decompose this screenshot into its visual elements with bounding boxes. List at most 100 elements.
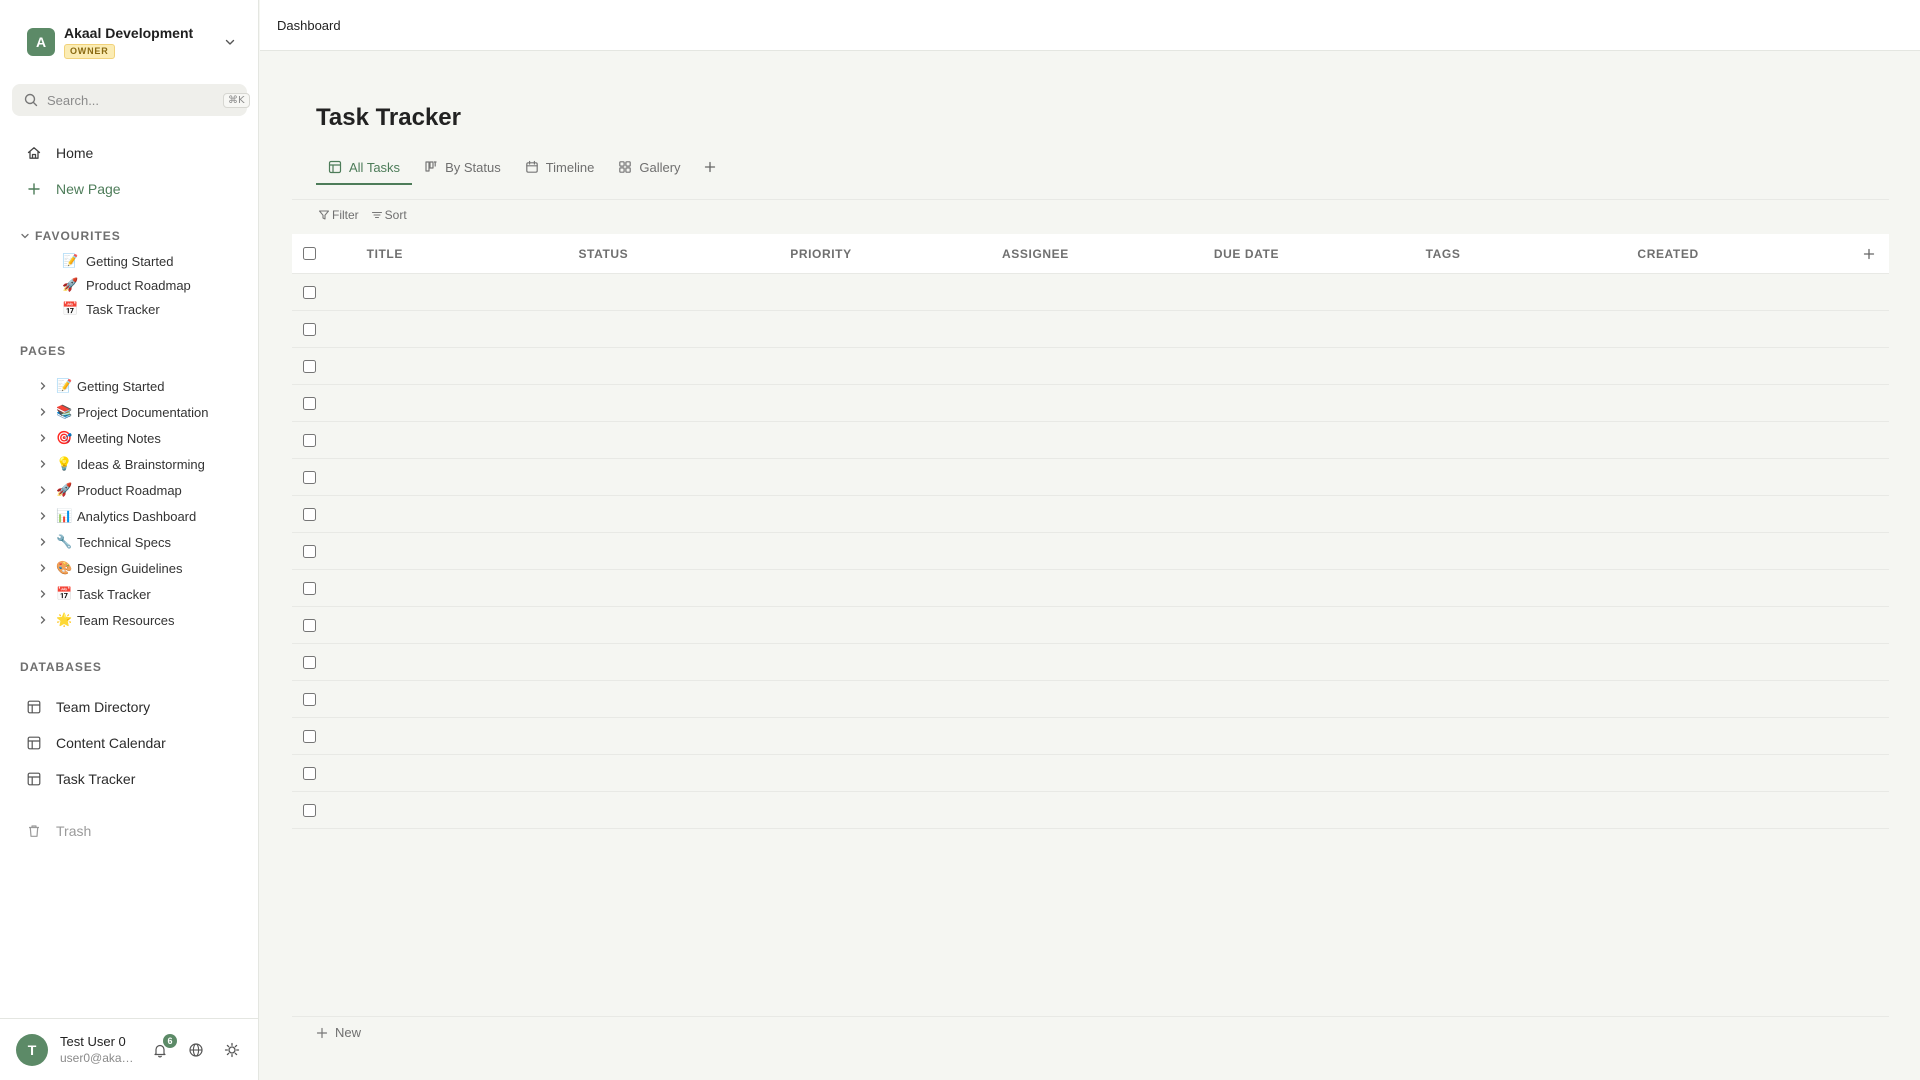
table-cell[interactable] bbox=[1645, 718, 1858, 754]
table-row[interactable] bbox=[292, 644, 1889, 681]
workspace-switcher[interactable]: A Akaal Development OWNER bbox=[27, 25, 237, 59]
table-cell[interactable] bbox=[793, 755, 1006, 791]
table-row[interactable] bbox=[292, 311, 1889, 348]
search-box[interactable]: ⌘K bbox=[12, 84, 250, 116]
row-checkbox[interactable] bbox=[303, 618, 316, 632]
table-cell[interactable] bbox=[367, 496, 580, 532]
table-cell[interactable] bbox=[580, 496, 793, 532]
table-cell[interactable] bbox=[580, 274, 793, 310]
chevron-right-icon[interactable] bbox=[38, 537, 50, 547]
table-cell[interactable] bbox=[1219, 348, 1432, 384]
table-cell[interactable] bbox=[1645, 570, 1858, 606]
page-item-meeting-notes[interactable]: 🎯 Meeting Notes bbox=[38, 426, 161, 450]
chevron-right-icon[interactable] bbox=[38, 381, 50, 391]
table-cell[interactable] bbox=[1006, 755, 1219, 791]
add-column-button[interactable] bbox=[1849, 247, 1889, 261]
table-cell[interactable] bbox=[1645, 755, 1858, 791]
tab-timeline[interactable]: Timeline bbox=[513, 152, 607, 182]
table-cell[interactable] bbox=[367, 570, 580, 606]
table-cell[interactable] bbox=[1219, 311, 1432, 347]
database-item-task-tracker[interactable]: Task Tracker bbox=[12, 764, 247, 794]
table-row[interactable] bbox=[292, 422, 1889, 459]
table-cell[interactable] bbox=[1645, 533, 1858, 569]
table-cell[interactable] bbox=[367, 459, 580, 495]
table-cell[interactable] bbox=[1645, 681, 1858, 717]
table-row[interactable] bbox=[292, 607, 1889, 644]
table-cell[interactable] bbox=[793, 644, 1006, 680]
nav-trash[interactable]: Trash bbox=[12, 816, 247, 846]
table-cell[interactable] bbox=[367, 385, 580, 421]
column-header-title[interactable]: TITLE bbox=[367, 247, 579, 261]
row-checkbox[interactable] bbox=[303, 803, 316, 817]
table-cell[interactable] bbox=[1219, 718, 1432, 754]
table-cell[interactable] bbox=[367, 274, 580, 310]
table-cell[interactable] bbox=[1432, 422, 1645, 458]
table-cell[interactable] bbox=[1219, 274, 1432, 310]
user-info[interactable]: Test User 0 user0@akaal.dev bbox=[60, 1034, 136, 1066]
table-cell[interactable] bbox=[580, 422, 793, 458]
table-cell[interactable] bbox=[1006, 607, 1219, 643]
table-cell[interactable] bbox=[793, 311, 1006, 347]
table-cell[interactable] bbox=[793, 496, 1006, 532]
table-row[interactable] bbox=[292, 681, 1889, 718]
table-cell[interactable] bbox=[580, 755, 793, 791]
row-checkbox[interactable] bbox=[303, 766, 316, 780]
column-header-status[interactable]: STATUS bbox=[578, 247, 790, 261]
chevron-right-icon[interactable] bbox=[38, 459, 50, 469]
table-cell[interactable] bbox=[793, 274, 1006, 310]
table-cell[interactable] bbox=[1432, 459, 1645, 495]
column-header-tags[interactable]: TAGS bbox=[1426, 247, 1638, 261]
table-cell[interactable] bbox=[1645, 274, 1858, 310]
table-row[interactable] bbox=[292, 792, 1889, 829]
favourite-item-product-roadmap[interactable]: 🚀 Product Roadmap bbox=[62, 274, 190, 296]
select-all-checkbox[interactable] bbox=[303, 247, 316, 260]
page-item-design-guidelines[interactable]: 🎨 Design Guidelines bbox=[38, 556, 183, 580]
chevron-right-icon[interactable] bbox=[38, 511, 50, 521]
row-checkbox[interactable] bbox=[303, 285, 316, 299]
table-cell[interactable] bbox=[1645, 422, 1858, 458]
table-cell[interactable] bbox=[793, 681, 1006, 717]
table-cell[interactable] bbox=[1432, 681, 1645, 717]
table-cell[interactable] bbox=[793, 348, 1006, 384]
table-cell[interactable] bbox=[580, 681, 793, 717]
row-checkbox[interactable] bbox=[303, 692, 316, 706]
table-cell[interactable] bbox=[1645, 385, 1858, 421]
table-cell[interactable] bbox=[1006, 496, 1219, 532]
column-header-assignee[interactable]: ASSIGNEE bbox=[1002, 247, 1214, 261]
new-row-button[interactable]: New bbox=[292, 1016, 1889, 1048]
table-cell[interactable] bbox=[1219, 385, 1432, 421]
page-title[interactable]: Task Tracker bbox=[316, 104, 461, 132]
filter-button[interactable]: Filter bbox=[318, 208, 359, 222]
chevron-right-icon[interactable] bbox=[38, 615, 50, 625]
table-cell[interactable] bbox=[367, 607, 580, 643]
table-cell[interactable] bbox=[1432, 274, 1645, 310]
column-header-created[interactable]: CREATED bbox=[1637, 247, 1849, 261]
table-cell[interactable] bbox=[1432, 348, 1645, 384]
row-checkbox[interactable] bbox=[303, 470, 316, 484]
row-checkbox[interactable] bbox=[303, 322, 316, 336]
table-cell[interactable] bbox=[1645, 348, 1858, 384]
page-item-analytics-dashboard[interactable]: 📊 Analytics Dashboard bbox=[38, 504, 196, 528]
row-checkbox[interactable] bbox=[303, 544, 316, 558]
table-row[interactable] bbox=[292, 570, 1889, 607]
table-cell[interactable] bbox=[1006, 792, 1219, 828]
table-cell[interactable] bbox=[367, 718, 580, 754]
table-cell[interactable] bbox=[793, 570, 1006, 606]
table-cell[interactable] bbox=[580, 533, 793, 569]
table-cell[interactable] bbox=[580, 311, 793, 347]
tab-by-status[interactable]: By Status bbox=[412, 152, 513, 182]
table-row[interactable] bbox=[292, 385, 1889, 422]
table-cell[interactable] bbox=[367, 755, 580, 791]
table-cell[interactable] bbox=[1006, 311, 1219, 347]
row-checkbox[interactable] bbox=[303, 507, 316, 521]
table-cell[interactable] bbox=[1432, 755, 1645, 791]
table-cell[interactable] bbox=[1645, 792, 1858, 828]
table-cell[interactable] bbox=[367, 792, 580, 828]
table-cell[interactable] bbox=[793, 533, 1006, 569]
table-cell[interactable] bbox=[580, 385, 793, 421]
row-checkbox[interactable] bbox=[303, 655, 316, 669]
table-row[interactable] bbox=[292, 348, 1889, 385]
table-cell[interactable] bbox=[1432, 718, 1645, 754]
table-cell[interactable] bbox=[793, 385, 1006, 421]
table-cell[interactable] bbox=[580, 348, 793, 384]
